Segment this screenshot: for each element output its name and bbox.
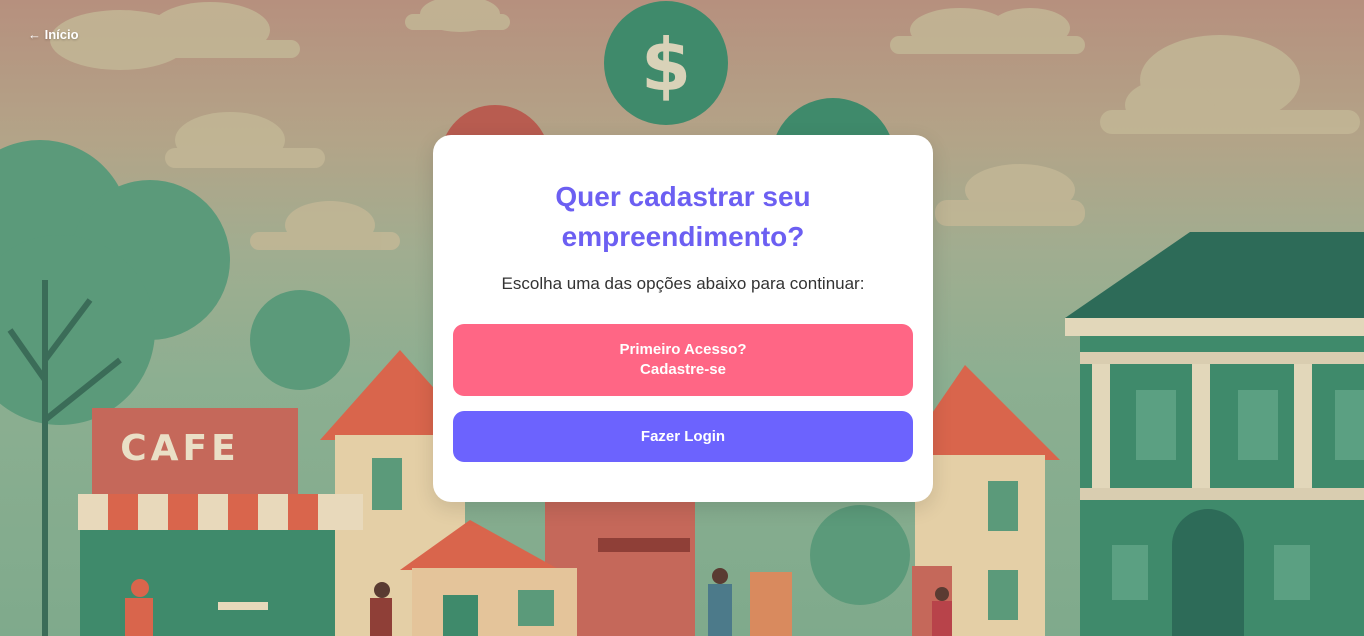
cafe-building: CAFE <box>78 408 363 636</box>
signup-choice-card: Quer cadastrar seu empreendimento? Escol… <box>433 135 933 502</box>
card-title-line-2: empreendimento? <box>561 221 805 252</box>
page: $ CAFE ← Início Quer cadastrar seu empre… <box>0 0 1364 636</box>
first-access-signup-button[interactable]: Primeiro Acesso? Cadastre-se <box>453 324 913 396</box>
card-title-line-1: Quer cadastrar seu <box>555 181 811 212</box>
login-button[interactable]: Fazer Login <box>453 411 913 462</box>
card-subtitle: Escolha uma das opções abaixo para conti… <box>501 274 865 293</box>
card-title: Quer cadastrar seu empreendimento? <box>473 177 893 257</box>
signup-button-line-1: Primeiro Acesso? <box>619 341 747 358</box>
cafe-sign: CAFE <box>120 428 239 469</box>
back-to-home-link[interactable]: ← Início <box>28 27 79 42</box>
signup-button-line-2: Cadastre-se <box>640 361 726 378</box>
building-right <box>1065 232 1364 636</box>
cafe-awning <box>78 494 363 530</box>
svg-text:$: $ <box>641 23 691 107</box>
